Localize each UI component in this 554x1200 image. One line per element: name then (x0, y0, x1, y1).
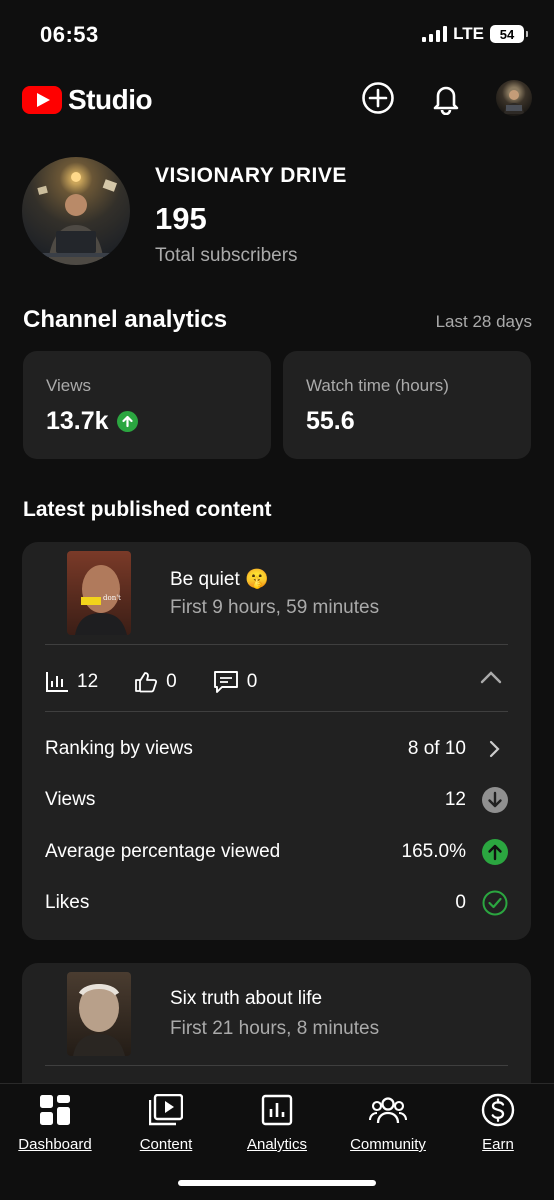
metric-row: 12 0 0 (45, 667, 508, 697)
notifications-button[interactable] (426, 78, 466, 118)
logo-text: Studio (68, 84, 153, 115)
comments-metric: 0 (213, 670, 258, 694)
watch-time-label: Watch time (hours) (306, 376, 449, 395)
avatar-person-icon (504, 90, 524, 114)
status-time: 06:53 (40, 22, 99, 47)
detail-row-ranking[interactable]: Ranking by views 8 of 10 (45, 734, 508, 764)
trend-up-icon (116, 411, 138, 432)
detail-label: Views (45, 789, 96, 810)
subscriber-label: Total subscribers (155, 245, 298, 266)
likes-metric: 0 (134, 671, 177, 693)
app-header: Studio (0, 78, 554, 122)
analytics-title: Channel analytics (23, 306, 228, 333)
nav-content[interactable]: Content (111, 1092, 221, 1153)
views-card[interactable]: Views 13.7k (23, 351, 271, 459)
nav-label: Analytics (246, 1136, 308, 1153)
watch-time-card[interactable]: Watch time (hours) 55.6 (283, 351, 531, 459)
comments-metric-value: 0 (246, 671, 258, 692)
views-metric-value: 12 (77, 671, 99, 692)
thumbs-up-icon (135, 672, 158, 693)
content-card[interactable]: Six truth about life First 21 hours, 8 m… (22, 963, 531, 1103)
battery-icon: 54 (490, 25, 528, 43)
thumbnail-caption: don't (103, 594, 121, 602)
account-avatar[interactable] (496, 80, 532, 116)
content-icon (111, 1092, 221, 1128)
collapse-button[interactable] (480, 670, 502, 689)
views-value-wrap: 13.7k (46, 407, 138, 436)
trend-up-icon (482, 839, 508, 865)
bell-icon (433, 86, 459, 115)
views-metric: 12 (45, 671, 98, 693)
video-title: Be quiet 🤫 (170, 569, 269, 590)
channel-header: VISIONARY DRIVE 195 Total subscribers (22, 157, 532, 267)
status-bar: 06:53 LTE 54 (0, 0, 554, 70)
bar-chart-icon (46, 672, 68, 692)
nav-label: Earn (482, 1136, 514, 1153)
dollar-icon (443, 1092, 553, 1128)
video-title: Six truth about life (170, 988, 323, 1009)
video-thumbnail[interactable] (67, 972, 131, 1056)
detail-label: Ranking by views (45, 738, 193, 759)
channel-avatar[interactable] (22, 157, 130, 265)
signal-icon (422, 26, 448, 42)
chevron-up-icon (480, 671, 502, 684)
nav-earn[interactable]: Earn (443, 1092, 553, 1153)
check-circle-icon (482, 890, 508, 916)
detail-label: Average percentage viewed (45, 841, 281, 862)
views-label: Views (46, 376, 92, 395)
network-type: LTE (453, 24, 484, 43)
nav-dashboard[interactable]: Dashboard (0, 1092, 110, 1153)
detail-value: 8 of 10 (407, 738, 466, 759)
video-period: First 9 hours, 59 minutes (170, 597, 380, 618)
latest-title: Latest published content (23, 498, 272, 521)
nav-label: Community (350, 1136, 426, 1153)
divider (45, 711, 508, 712)
detail-value: 0 (455, 892, 466, 913)
channel-name: VISIONARY DRIVE (155, 164, 347, 187)
views-value: 13.7k (46, 407, 109, 435)
create-icon (362, 82, 394, 114)
video-period: First 21 hours, 8 minutes (170, 1018, 380, 1039)
create-button[interactable] (358, 78, 398, 118)
channel-avatar-image (37, 172, 118, 265)
chevron-right-icon (482, 736, 508, 762)
dashboard-icon (0, 1092, 110, 1128)
video-thumbnail[interactable]: don't (67, 551, 131, 635)
detail-row-likes: Likes 0 (45, 888, 508, 918)
home-indicator[interactable] (178, 1180, 376, 1186)
detail-row-views: Views 12 (45, 785, 508, 815)
watch-time-value: 55.6 (306, 407, 355, 435)
nav-community[interactable]: Community (333, 1092, 443, 1153)
comment-icon (213, 671, 238, 693)
likes-metric-value: 0 (166, 671, 177, 692)
trend-down-icon (482, 787, 508, 813)
divider (45, 644, 508, 645)
analytics-period: Last 28 days (435, 312, 532, 331)
nav-analytics[interactable]: Analytics (222, 1092, 332, 1153)
youtube-play-icon (22, 86, 62, 114)
detail-value: 12 (444, 789, 466, 810)
thumbnail-image (73, 984, 125, 1056)
analytics-icon (222, 1092, 332, 1128)
community-icon (333, 1092, 443, 1128)
divider (45, 1065, 508, 1066)
status-indicators: LTE 54 (422, 24, 528, 44)
detail-row-avg-viewed: Average percentage viewed 165.0% (45, 837, 508, 867)
content-card[interactable]: don't Be quiet 🤫 First 9 hours, 59 minut… (22, 542, 531, 940)
subscriber-count: 195 (155, 201, 207, 236)
nav-label: Content (139, 1136, 193, 1153)
thumbnail-image (75, 565, 127, 635)
detail-value: 165.0% (401, 841, 466, 862)
detail-label: Likes (45, 892, 90, 913)
nav-label: Dashboard (18, 1136, 92, 1153)
studio-logo[interactable]: Studio (22, 84, 153, 116)
